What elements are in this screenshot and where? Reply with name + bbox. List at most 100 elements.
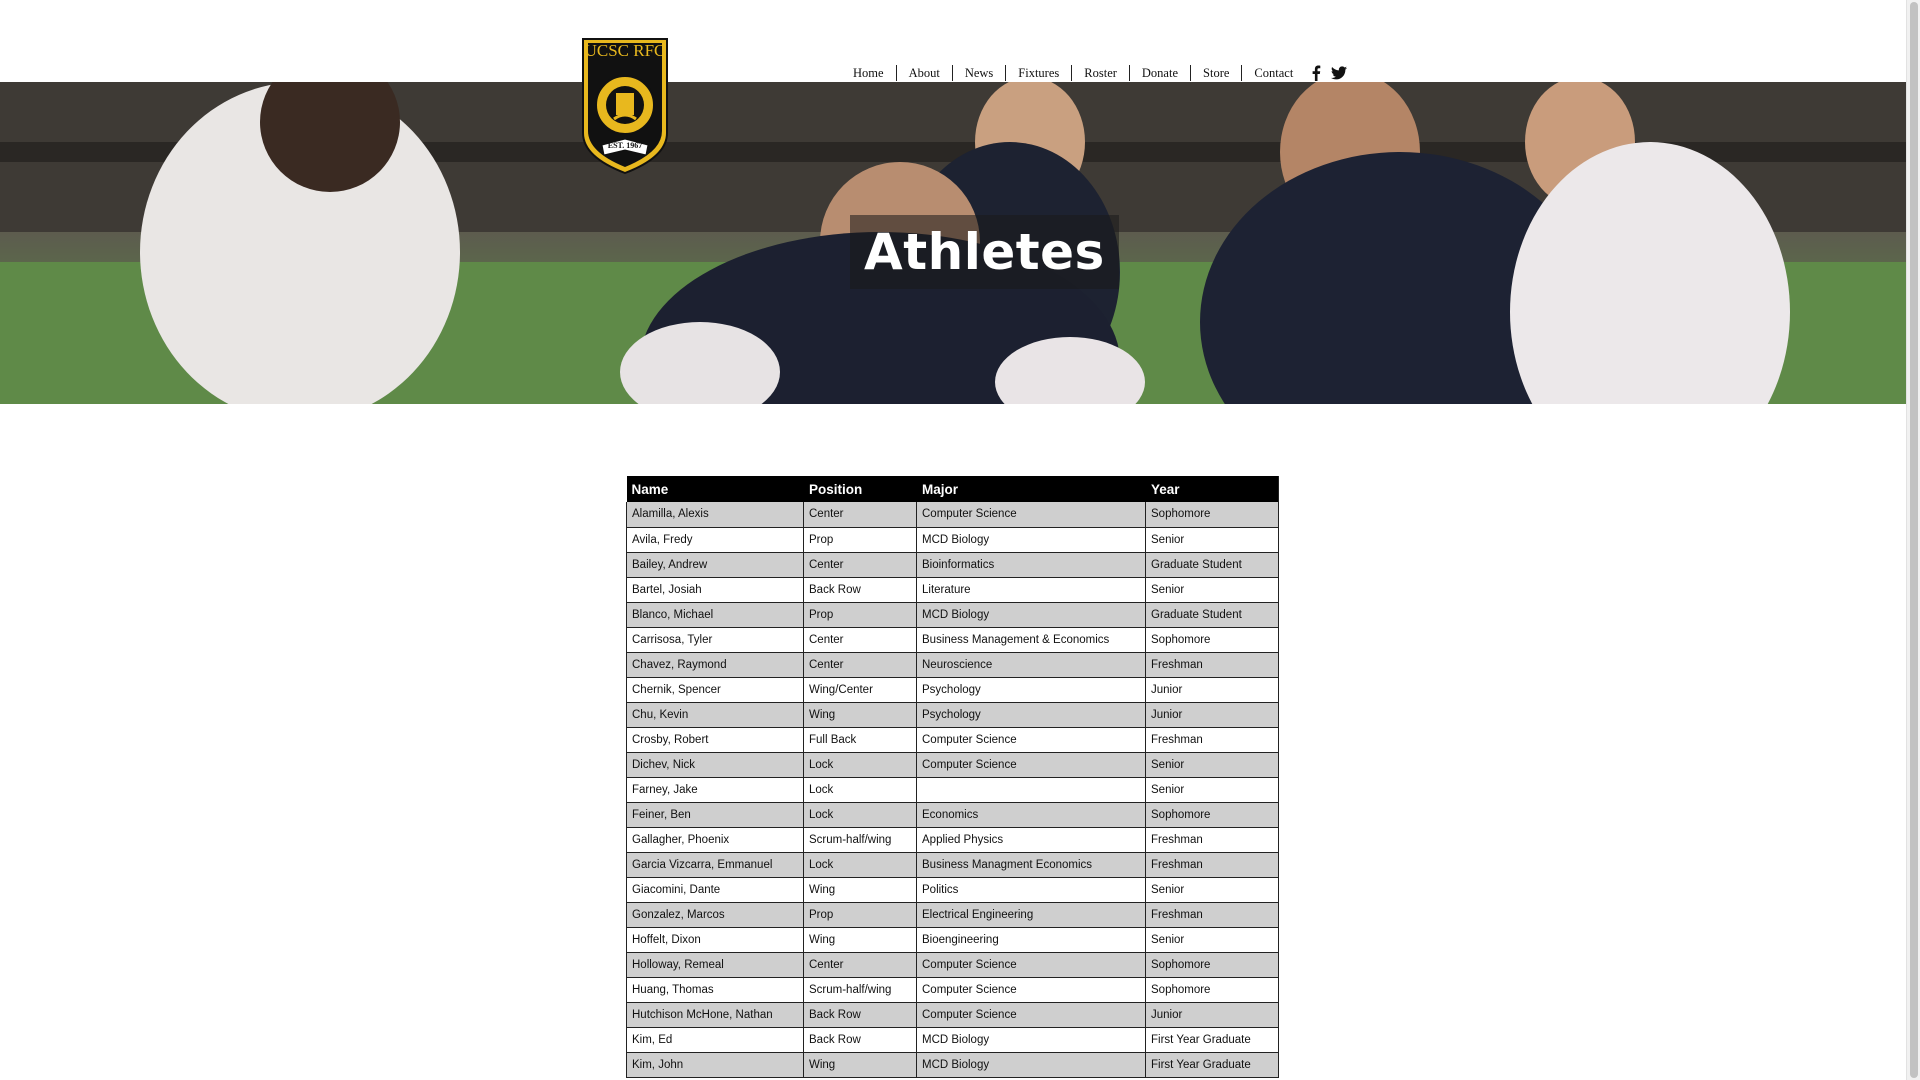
cell-name: Kim, Ed [626, 1027, 804, 1053]
cell-year: Freshman [1145, 902, 1279, 928]
hero-title-box: Athletes [850, 215, 1119, 289]
cell-major: Computer Science [916, 752, 1146, 778]
cell-year: Junior [1145, 677, 1279, 703]
table-row: Hutchison McHone, Nathan Back Row Computer… [626, 1002, 1279, 1028]
cell-position: Center [803, 952, 917, 978]
table-row: Farney, Jake Lock Senior [626, 777, 1279, 803]
cell-name: Kim, John [626, 1052, 804, 1078]
cell-major: Business Management & Economics [916, 627, 1146, 653]
cell-year: First Year Graduate [1145, 1027, 1279, 1053]
cell-name: Bailey, Andrew [626, 552, 804, 578]
nav-roster[interactable]: Roster [1072, 65, 1130, 81]
cell-year: Junior [1145, 1002, 1279, 1028]
table-row: Chu, Kevin Wing Psychology Junior [626, 702, 1279, 728]
cell-major: MCD Biology [916, 527, 1146, 553]
table-row: Holloway, Remeal Center Computer Science So… [626, 952, 1279, 978]
nav-fixtures[interactable]: Fixtures [1006, 65, 1073, 81]
table-row: Kim, John Wing MCD Biology First Year Gradu… [626, 1052, 1279, 1078]
cell-major: MCD Biology [916, 1052, 1146, 1078]
cell-year: Freshman [1145, 652, 1279, 678]
table-row: Bartel, Josiah Back Row Literature Senior [626, 577, 1279, 603]
table-row: Gallagher, Phoenix Scrum-half/wing Applied… [626, 827, 1279, 853]
cell-name: Hoffelt, Dixon [626, 927, 804, 953]
table-row: Carrisosa, Tyler Center Business Managemen… [626, 627, 1279, 653]
cell-position: Prop [803, 602, 917, 628]
cell-name: Chu, Kevin [626, 702, 804, 728]
cell-position: Lock [803, 777, 917, 803]
club-logo[interactable]: UCSC RFC EST. 1967 [580, 37, 670, 175]
cell-major: Bioengineering [916, 927, 1146, 953]
table-row: Gonzalez, Marcos Prop Electrical Engineeri… [626, 902, 1279, 928]
cell-position: Scrum-half/wing [803, 977, 917, 1003]
table-row: Feiner, Ben Lock Economics Sophomore [626, 802, 1279, 828]
scrollbar-thumb[interactable] [1910, 2, 1918, 1078]
cell-year: Senior [1145, 752, 1279, 778]
table-row: Dichev, Nick Lock Computer Science Senior [626, 752, 1279, 778]
cell-year: Sophomore [1145, 802, 1279, 828]
cell-position: Prop [803, 527, 917, 553]
cell-major: Applied Physics [916, 827, 1146, 853]
table-row: Chavez, Raymond Center Neuroscience Freshma… [626, 652, 1279, 678]
cell-year: Freshman [1145, 827, 1279, 853]
logo-est: EST. 1967 [607, 141, 643, 150]
cell-position: Lock [803, 852, 917, 878]
table-row: Garcia Vizcarra, Emmanuel Lock Business Ma… [626, 852, 1279, 878]
cell-major: Psychology [916, 677, 1146, 703]
cell-position: Full Back [803, 727, 917, 753]
table-row: Blanco, Michael Prop MCD Biology Graduate S… [626, 602, 1279, 628]
nav-home[interactable]: Home [845, 65, 897, 81]
roster-body: Alamilla, Alexis Center Computer Science So… [626, 502, 1279, 1078]
cell-major: Electrical Engineering [916, 902, 1146, 928]
cell-name: Chernik, Spencer [626, 677, 804, 703]
nav-about[interactable]: About [897, 65, 953, 81]
cell-name: Bartel, Josiah [626, 577, 804, 603]
roster-table: Name Position Major Year Alamilla, Alexi… [626, 476, 1279, 1078]
main-nav: Home About News Fixtures Roster Donate S… [845, 64, 1348, 82]
cell-year: Freshman [1145, 852, 1279, 878]
cell-position: Center [803, 627, 917, 653]
cell-major: Computer Science [916, 1002, 1146, 1028]
cell-major: Computer Science [916, 727, 1146, 753]
cell-position: Wing/Center [803, 677, 917, 703]
cell-year: Sophomore [1145, 977, 1279, 1003]
cell-name: Garcia Vizcarra, Emmanuel [626, 852, 804, 878]
cell-position: Center [803, 552, 917, 578]
cell-year: Sophomore [1145, 952, 1279, 978]
header-year: Year [1145, 476, 1279, 502]
table-row: Bailey, Andrew Center Bioinformatics Gradua… [626, 552, 1279, 578]
cell-year: Sophomore [1145, 502, 1279, 528]
page-scrollbar[interactable] [1906, 0, 1920, 1080]
cell-name: Carrisosa, Tyler [626, 627, 804, 653]
cell-year: Junior [1145, 702, 1279, 728]
cell-year: First Year Graduate [1145, 1052, 1279, 1078]
nav-store[interactable]: Store [1191, 65, 1243, 81]
cell-name: Huang, Thomas [626, 977, 804, 1003]
cell-major: Computer Science [916, 977, 1146, 1003]
cell-position: Center [803, 652, 917, 678]
cell-year: Sophomore [1145, 627, 1279, 653]
cell-name: Chavez, Raymond [626, 652, 804, 678]
cell-major: Computer Science [916, 502, 1146, 528]
cell-major: Business Managment Economics [916, 852, 1146, 878]
cell-major: Neuroscience [916, 652, 1146, 678]
header-name: Name [626, 476, 804, 502]
cell-name: Giacomini, Dante [626, 877, 804, 903]
cell-major: MCD Biology [916, 1027, 1146, 1053]
cell-position: Wing [803, 927, 917, 953]
nav-donate[interactable]: Donate [1130, 65, 1192, 81]
cell-major: Bioinformatics [916, 552, 1146, 578]
nav-contact[interactable]: Contact [1242, 65, 1305, 81]
facebook-icon[interactable] [1311, 65, 1321, 81]
cell-position: Back Row [803, 1002, 917, 1028]
cell-name: Crosby, Robert [626, 727, 804, 753]
cell-name: Gonzalez, Marcos [626, 902, 804, 928]
twitter-icon[interactable] [1331, 66, 1348, 80]
cell-major: Politics [916, 877, 1146, 903]
table-row: Kim, Ed Back Row MCD Biology First Year Gra… [626, 1027, 1279, 1053]
table-header-row: Name Position Major Year [626, 476, 1279, 502]
cell-name: Feiner, Ben [626, 802, 804, 828]
cell-major: Economics [916, 802, 1146, 828]
cell-name: Hutchison McHone, Nathan [626, 1002, 804, 1028]
nav-news[interactable]: News [953, 65, 1007, 81]
logo-title: UCSC RFC [584, 41, 666, 60]
